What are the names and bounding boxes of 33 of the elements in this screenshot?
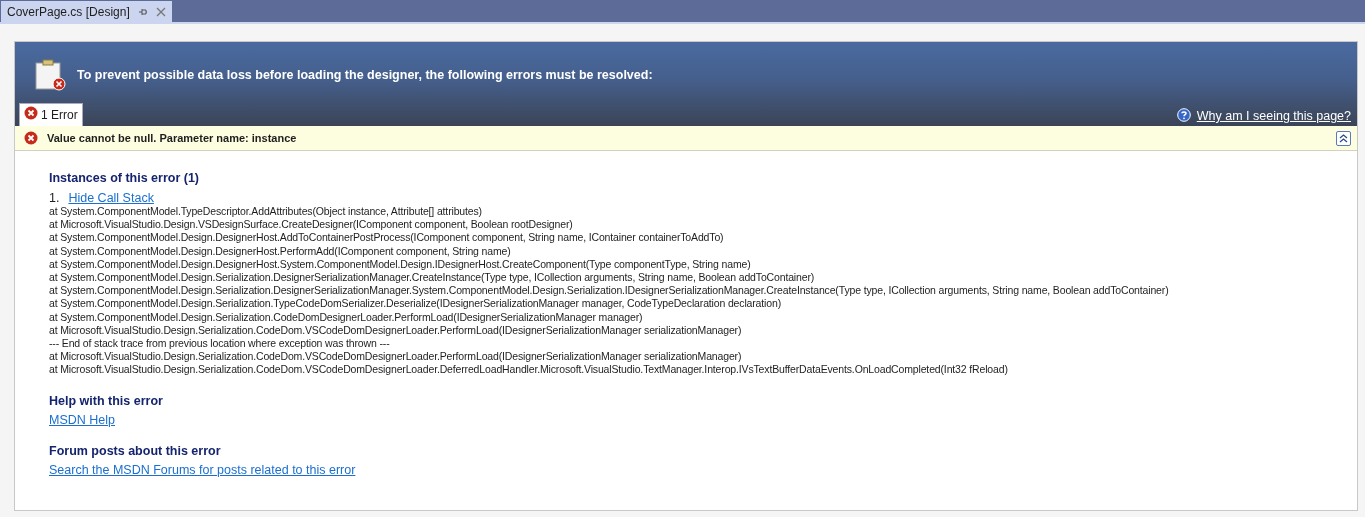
stack-trace-line: at Microsoft.VisualStudio.Design.Serialization.CodeDom.VSCodeDomDesignerLoader.PerformLoad(IDesignerSerializationManager serializationManager) bbox=[49, 323, 743, 338]
pin-icon bbox=[137, 6, 148, 17]
stack-trace-line: at System.ComponentModel.Design.DesignerHost.AddToContainerPostProcess(IComponent component, String name, IContainer containerToAddTo) bbox=[49, 231, 725, 245]
error-message: Value cannot be null. Parameter name: instance bbox=[47, 132, 297, 144]
stack-trace-line: at System.ComponentModel.Design.Serialization.DesignerSerializationManager.System.ComponentModel.Design.Serialization.IDesignerSerializationManager.CreateInstance(Type type, ICollection arguments, String name, Boolean addToContainer) bbox=[49, 284, 1170, 298]
section-heading: Forum posts about this error bbox=[49, 443, 222, 458]
error-icon bbox=[24, 105, 38, 120]
document-tab[interactable]: CoverPage.cs [Design] bbox=[1, 1, 172, 22]
stack-trace-line: at System.ComponentModel.Design.Serialization.TypeCodeDomSerializer.Deserialize(IDesignerSerializationManager manager, CodeTypeDeclaration declaration) bbox=[49, 297, 782, 311]
stack-trace-line: at System.ComponentModel.Design.DesignerHost.PerformAdd(IComponent component, String name) bbox=[49, 244, 512, 258]
stack-trace-line: at System.ComponentModel.TypeDescriptor.AddAttributes(Object instance, Attribute[] attributes) bbox=[49, 205, 483, 219]
forum-search-link[interactable]: Search the MSDN Forums for posts related to this error bbox=[49, 462, 356, 477]
stack-trace-line: at System.ComponentModel.Design.Serialization.DesignerSerializationManager.CreateInstance(Type type, ICollection arguments, String name, Boolean addToContainer) bbox=[49, 271, 816, 285]
header-message: To prevent possible data loss before loading the designer, the following errors must be resolved: bbox=[77, 68, 653, 82]
clipboard-error-icon bbox=[33, 59, 67, 91]
stack-trace-line: at Microsoft.VisualStudio.Design.VSDesignSurface.CreateDesigner(IComponent component, Boolean rootDesigner) bbox=[49, 218, 574, 232]
section-heading: Instances of this error (1) bbox=[49, 171, 201, 185]
list-number: 1. bbox=[49, 191, 60, 205]
stack-trace-line: at Microsoft.VisualStudio.Design.Serialization.CodeDom.VSCodeDomDesignerLoader.DeferredLoadHandler.Microsoft.VisualStudio.TextManager.Interop.IVsTextBufferDataEvents.OnLoadCompleted(Int32 fReload) bbox=[49, 363, 1009, 377]
help-link[interactable]: Why am I seeing this page? bbox=[1196, 109, 1351, 123]
error-icon bbox=[24, 131, 38, 145]
call-stack-link[interactable]: Hide Call Stack bbox=[68, 191, 154, 205]
stack-trace-line: at Microsoft.VisualStudio.Design.Serialization.CodeDom.VSCodeDomDesignerLoader.PerformLoad(IDesignerSerializationManager serializationManager) bbox=[49, 350, 743, 364]
collapse-button[interactable] bbox=[1336, 130, 1351, 146]
section-heading: Help with this error bbox=[49, 393, 164, 408]
chevrons-icon bbox=[1339, 133, 1348, 143]
close-icon bbox=[155, 6, 166, 17]
msdn-help-link[interactable]: MSDN Help bbox=[49, 412, 115, 427]
stack-trace-line: at System.ComponentModel.Design.DesignerHost.System.ComponentModel.Design.IDesignerHost.CreateComponent(Type componentType, String name) bbox=[49, 257, 752, 271]
help-icon bbox=[1176, 108, 1191, 122]
stack-trace-line: at System.ComponentModel.Design.Serialization.CodeDomDesignerLoader.PerformLoad(IDesignerSerializationManager manager) bbox=[49, 310, 644, 324]
error-tab[interactable]: 1 Error bbox=[19, 103, 83, 126]
stack-trace-line: --- End of stack trace from previous location where exception was thrown --- bbox=[49, 337, 391, 351]
